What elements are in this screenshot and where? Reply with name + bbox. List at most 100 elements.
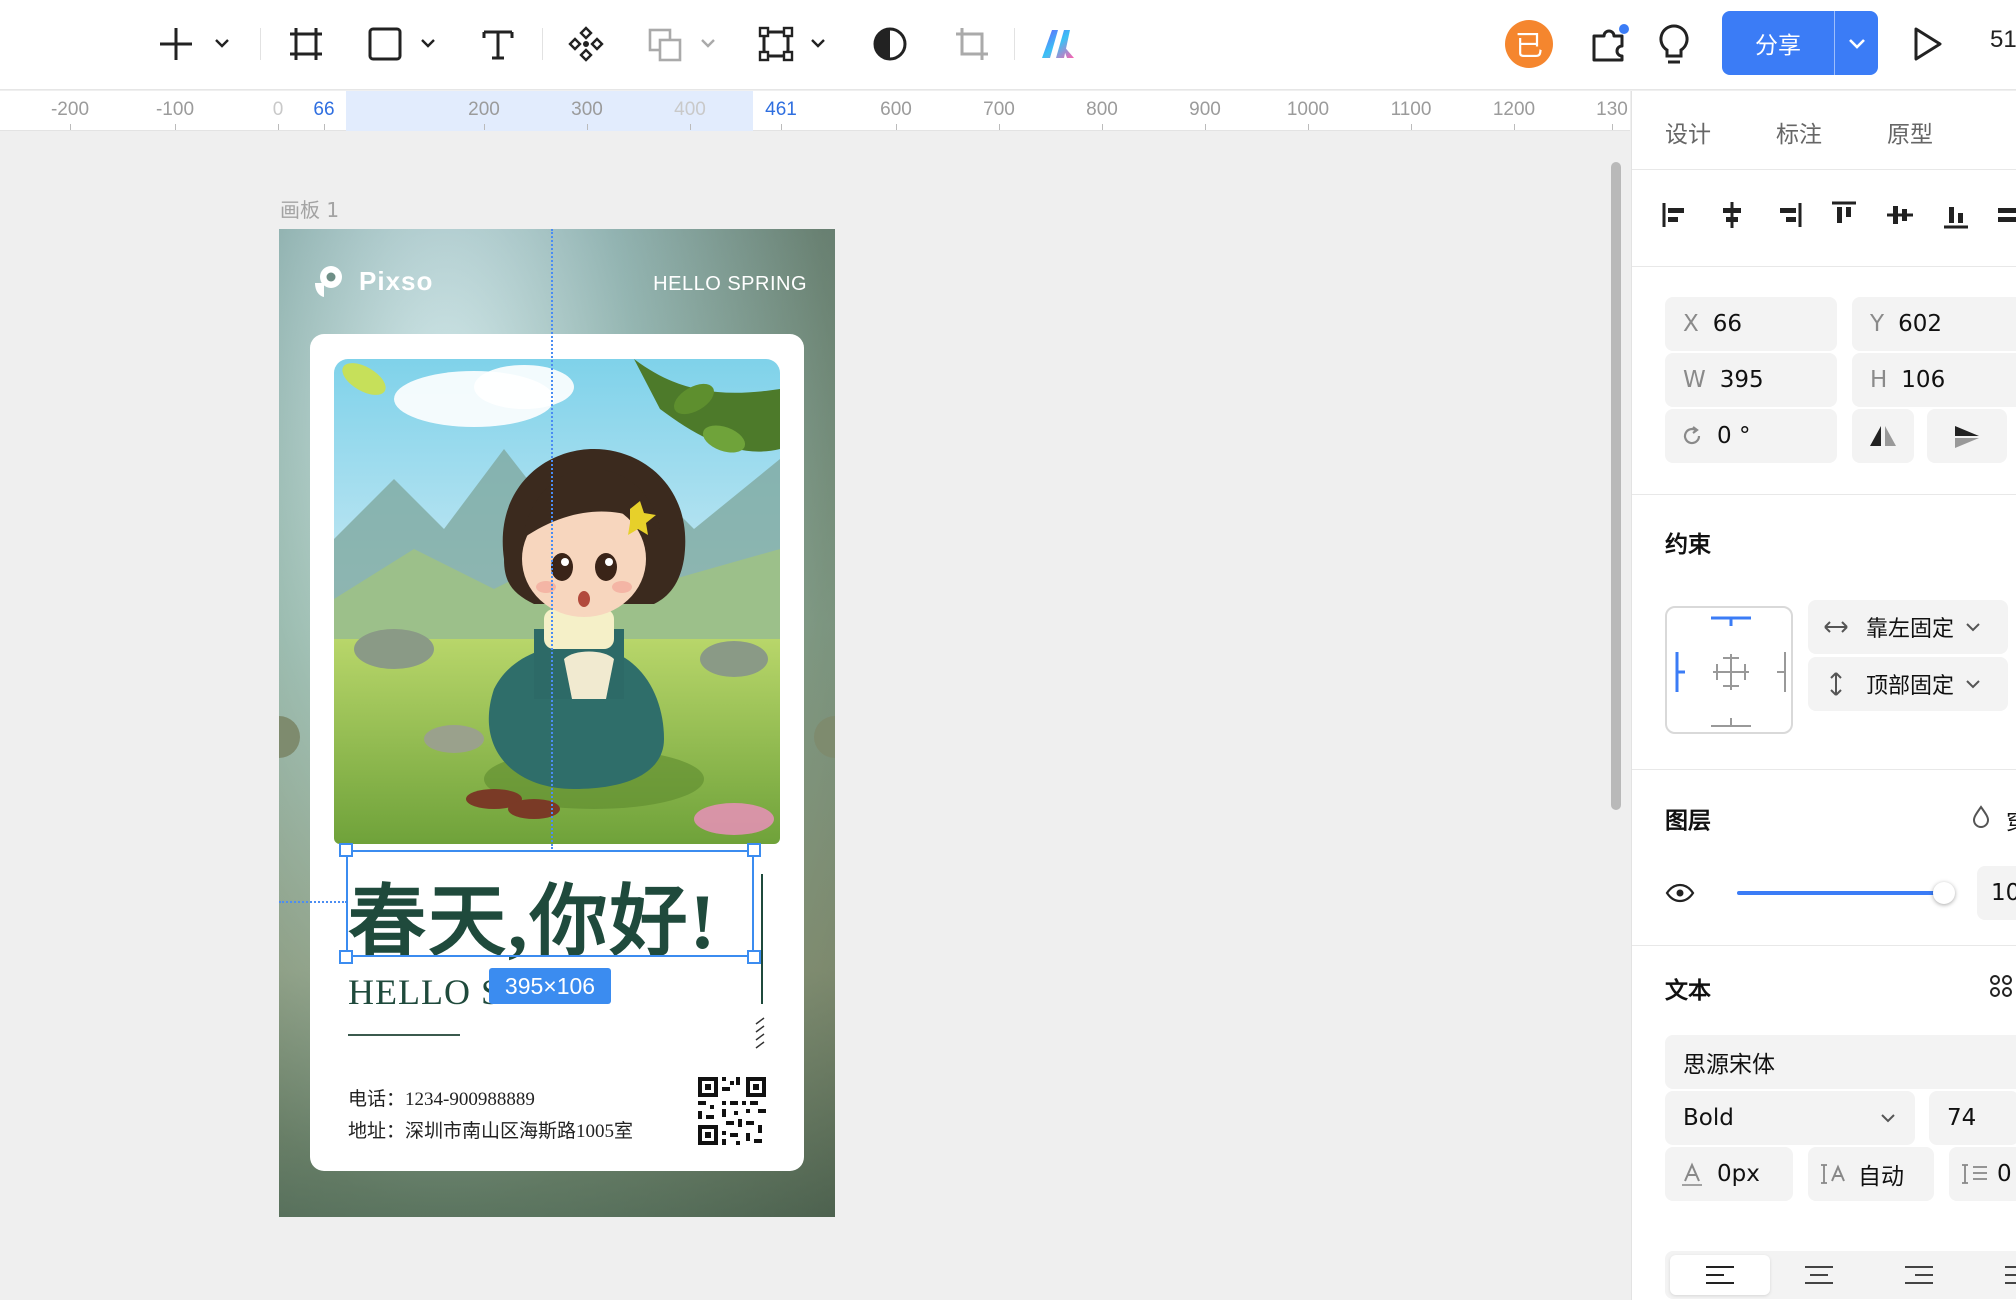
canvas-vertical-scrollbar[interactable] — [1611, 162, 1621, 810]
blend-mode-drop-icon[interactable] — [1970, 803, 1992, 829]
font-weight-select[interactable]: Bold — [1665, 1091, 1915, 1145]
y-value: 602 — [1898, 311, 1942, 337]
eye-icon[interactable] — [1665, 883, 1695, 903]
align-right-icon[interactable] — [1770, 197, 1806, 233]
plugins-button[interactable] — [1586, 20, 1634, 68]
share-button[interactable]: 分享 — [1722, 11, 1878, 75]
qr-code-icon[interactable] — [696, 1075, 768, 1147]
shape-tool-button[interactable] — [366, 20, 442, 68]
text-tool-button[interactable] — [476, 20, 520, 68]
opacity-slider-track[interactable] — [1737, 891, 1944, 895]
rotate-icon — [1683, 426, 1701, 445]
rectangle-icon — [368, 27, 435, 61]
layer-title: 图层 — [1665, 808, 1711, 834]
resize-handle-bottom-left[interactable] — [339, 950, 353, 964]
align-left-icon[interactable] — [1658, 197, 1694, 233]
canvas[interactable]: 画板 1 Pixso HELLO SPRING 春天,你好! HELLO S 电… — [0, 132, 1630, 1300]
artboard-label[interactable]: 画板 1 — [280, 194, 339, 223]
opacity-slider-knob[interactable] — [1933, 882, 1955, 904]
zoom-level[interactable]: 51 — [1990, 26, 2016, 54]
blend-mode-value[interactable]: 穿 — [2006, 803, 2016, 837]
ruler-tick-label: 400 — [674, 99, 706, 120]
component-tool-button[interactable] — [564, 20, 608, 68]
font-size-field[interactable]: 74 — [1929, 1091, 2016, 1145]
x-label: X — [1683, 311, 1699, 337]
align-text-center-icon[interactable] — [1804, 1264, 1834, 1286]
align-bottom-icon[interactable] — [1938, 197, 1974, 233]
poster-subline[interactable]: HELLO S — [348, 971, 502, 1013]
add-tool-button[interactable] — [158, 20, 230, 68]
tab-prototype-label: 原型 — [1887, 122, 1933, 148]
selection-box[interactable] — [346, 850, 754, 957]
tab-annotate[interactable]: 标注 — [1776, 115, 1822, 149]
flip-vertical-button[interactable] — [1927, 409, 2007, 463]
align-text-justify-icon[interactable] — [2004, 1264, 2016, 1286]
vector-tool-button[interactable] — [756, 20, 832, 68]
paragraph-spacing-icon — [1962, 1164, 1987, 1184]
line-height-value: 自动 — [1858, 1164, 1904, 1190]
text-title: 文本 — [1665, 978, 1711, 1004]
share-label[interactable]: 分享 — [1722, 11, 1834, 75]
letter-spacing-field[interactable]: 0px — [1665, 1147, 1793, 1201]
align-vertical-center-icon[interactable] — [1882, 197, 1918, 233]
horizontal-constraint-select[interactable]: 靠左固定 — [1808, 600, 2008, 654]
resize-handle-bottom-right[interactable] — [747, 950, 761, 964]
selection-size-badge: 395×106 — [489, 968, 611, 1004]
crop-tool-button[interactable] — [950, 20, 994, 68]
brand-logo[interactable]: Pixso — [311, 263, 433, 299]
align-horizontal-center-icon[interactable] — [1714, 197, 1750, 233]
tab-prototype[interactable]: 原型 — [1887, 115, 1933, 149]
decorative-line — [761, 874, 763, 1004]
inspiration-button[interactable] — [1650, 20, 1698, 68]
distribute-icon[interactable] — [1994, 197, 2016, 233]
w-label: W — [1683, 367, 1706, 393]
top-toolbar: 已 分享 51 — [0, 0, 2016, 90]
ruler-tick-label: 300 — [571, 99, 603, 120]
spring-illustration[interactable] — [334, 359, 780, 844]
boolean-tool-button[interactable] — [646, 20, 722, 68]
flip-horizontal-button[interactable] — [1852, 409, 1914, 463]
ai-icon — [1042, 30, 1074, 58]
ruler-tick-mark — [690, 124, 691, 130]
boolean-icon — [648, 28, 715, 62]
poster-contact[interactable]: 电话：1234-900988889 地址：深圳市南山区海斯路1005室 — [348, 1084, 633, 1148]
align-top-icon[interactable] — [1826, 197, 1862, 233]
y-field[interactable]: Y 602 — [1852, 297, 2016, 351]
ruler-tick-label: 461 — [765, 99, 797, 120]
paragraph-spacing-field[interactable]: 0 — [1949, 1147, 2016, 1201]
ruler-tick-mark — [324, 124, 325, 130]
line-height-field[interactable]: 自动 — [1808, 1147, 1934, 1201]
height-field[interactable]: H 106 — [1852, 353, 2016, 407]
resize-handle-top-right[interactable] — [747, 843, 761, 857]
width-field[interactable]: W 395 — [1665, 353, 1837, 407]
font-weight-value: Bold — [1683, 1105, 1734, 1131]
lightbulb-icon — [1659, 24, 1689, 64]
properties-panel: 设计 标注 原型 X 66 Y 602 W 395 H 106 0 ° 约束 靠… — [1631, 91, 2016, 1300]
align-text-left-icon[interactable] — [1705, 1264, 1735, 1286]
tab-design-label: 设计 — [1665, 122, 1711, 148]
paragraph-spacing-value: 0 — [1997, 1161, 2012, 1187]
poster-tagline[interactable]: HELLO SPRING — [653, 273, 807, 296]
font-family-select[interactable]: 思源宋体 — [1665, 1035, 2016, 1089]
resize-handle-top-left[interactable] — [339, 843, 353, 857]
avatar[interactable]: 已 — [1505, 20, 1553, 68]
poster-card[interactable]: 春天,你好! HELLO S 电话：1234-900988889 地址：深圳市南… — [310, 334, 804, 1171]
play-icon — [1914, 27, 1942, 61]
frame-tool-button[interactable] — [284, 20, 328, 68]
align-text-right-icon[interactable] — [1904, 1264, 1934, 1286]
tab-design[interactable]: 设计 — [1665, 115, 1711, 149]
artboard-poster[interactable]: Pixso HELLO SPRING 春天,你好! HELLO S 电话：123… — [279, 229, 835, 1217]
frame-icon — [290, 28, 322, 60]
share-dropdown-button[interactable] — [1835, 11, 1878, 75]
text-style-icon[interactable] — [1988, 973, 2014, 999]
present-button[interactable] — [1904, 20, 1948, 68]
vertical-constraint-select[interactable]: 顶部固定 — [1808, 657, 2008, 711]
constraint-widget[interactable] — [1665, 606, 1793, 734]
rotation-field[interactable]: 0 ° — [1665, 409, 1837, 463]
ruler-tick-label: 1100 — [1390, 99, 1432, 120]
opacity-field[interactable]: 10 — [1977, 866, 2016, 920]
ai-tool-button[interactable] — [1036, 20, 1080, 68]
mask-tool-button[interactable] — [868, 20, 912, 68]
ruler-tick-mark — [1308, 124, 1309, 130]
x-field[interactable]: X 66 — [1665, 297, 1837, 351]
